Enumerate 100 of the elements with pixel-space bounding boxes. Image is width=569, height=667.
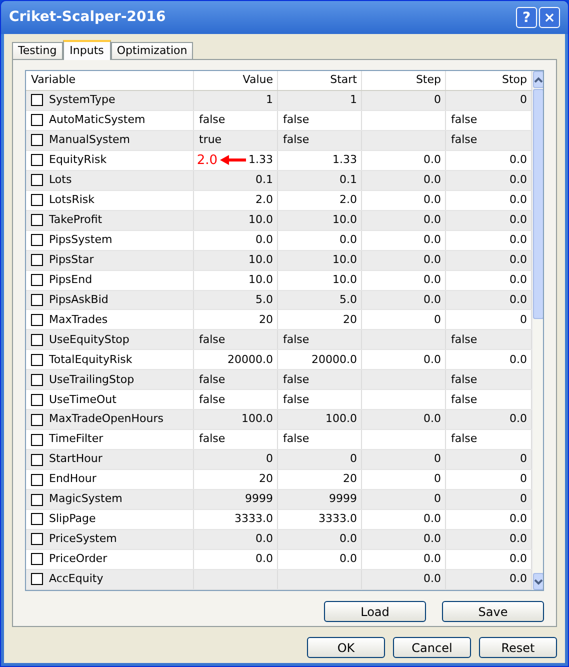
- table-cell-text: 20000.0: [228, 352, 273, 368]
- load-button[interactable]: Load: [324, 601, 426, 622]
- checkbox[interactable]: [31, 334, 43, 346]
- checkbox[interactable]: [31, 533, 43, 546]
- variable-name: MaxTradeOpenHours: [49, 411, 164, 428]
- checkbox[interactable]: [31, 474, 43, 486]
- table-cell-text: 0.1: [340, 172, 357, 188]
- table-cell-text: 0: [434, 451, 441, 468]
- tab[interactable]: Inputs: [62, 40, 111, 60]
- checkbox[interactable]: [31, 194, 43, 206]
- table-cell-text: 10.0: [248, 252, 273, 268]
- table-cell-text: false: [199, 431, 226, 448]
- table-cell-text: 1: [350, 92, 357, 108]
- cancel-button[interactable]: Cancel: [393, 637, 471, 658]
- checkbox[interactable]: [31, 94, 43, 106]
- table-cell-text: 0.0: [424, 571, 441, 588]
- table-cell-text: 0.0: [510, 172, 527, 188]
- scroll-down-icon[interactable]: [533, 573, 543, 590]
- table-cell-text: 0.0: [424, 551, 441, 568]
- checkbox[interactable]: [31, 454, 43, 466]
- table-cell-text: 20000.0: [312, 352, 357, 368]
- checkbox[interactable]: [31, 214, 43, 226]
- tab[interactable]: Optimization: [110, 42, 194, 59]
- table-cell-text: 0.0: [424, 212, 441, 228]
- table-cell-text: 10.0: [332, 212, 357, 228]
- table-cell-text: 0.0: [510, 352, 527, 368]
- variable-name: StartHour: [49, 451, 102, 468]
- table-cell-text: 0: [520, 451, 527, 468]
- table-cell-text: false: [283, 112, 310, 128]
- table-cell-text: 0: [434, 491, 441, 508]
- table-cell-text: false: [283, 372, 310, 388]
- checkbox[interactable]: [31, 114, 43, 126]
- table-cell-text: 0.0: [340, 531, 357, 548]
- checkbox[interactable]: [31, 314, 43, 326]
- table-cell-text: 0: [350, 451, 357, 468]
- table-cell-text: false: [451, 392, 478, 408]
- table-cell-text: 0.0: [424, 511, 441, 528]
- table-cell-text: 1.33: [332, 152, 357, 168]
- table-cell-text: 0.0: [510, 152, 527, 168]
- tab[interactable]: Testing: [12, 42, 63, 59]
- checkbox[interactable]: [31, 174, 43, 186]
- checkbox[interactable]: [31, 414, 43, 426]
- table-cell-text: 0: [520, 92, 527, 108]
- table-cell-text: 9999: [329, 491, 357, 508]
- variable-name: PipsEnd: [49, 272, 92, 288]
- help-button[interactable]: ?: [516, 7, 537, 28]
- arrow-icon: [220, 155, 246, 166]
- scrollbar[interactable]: [532, 71, 543, 590]
- variable-name: UseTrailingStop: [49, 372, 134, 388]
- table-cell-text: 3333.0: [318, 511, 357, 528]
- table-cell-text: 0: [266, 451, 273, 468]
- checkbox[interactable]: [31, 354, 43, 366]
- checkbox[interactable]: [31, 553, 43, 566]
- checkbox[interactable]: [31, 374, 43, 386]
- save-button[interactable]: Save: [442, 601, 544, 622]
- table-cell-text: 10.0: [332, 272, 357, 288]
- table-cell-text: 0.0: [256, 232, 273, 248]
- checkbox[interactable]: [31, 294, 43, 306]
- checkbox[interactable]: [31, 154, 43, 166]
- table-cell-text: false: [283, 431, 310, 448]
- window-title: Criket-Scalper-2016: [9, 8, 166, 27]
- variable-name: SystemType: [49, 92, 116, 108]
- table-cell-text: 0.0: [510, 511, 527, 528]
- table-cell-text: false: [199, 112, 226, 128]
- table-cell-text: 0.0: [256, 551, 273, 568]
- variable-name: EquityRisk: [49, 152, 107, 168]
- checkbox[interactable]: [31, 394, 43, 406]
- table-cell-text: 0.0: [510, 551, 527, 568]
- checkbox[interactable]: [31, 254, 43, 266]
- ok-button[interactable]: OK: [307, 637, 385, 658]
- table-cell-text: true: [199, 132, 222, 148]
- table-cell-text: 0.0: [424, 152, 441, 168]
- table-cell-text: 10.0: [248, 272, 273, 288]
- table-cell-text: 20: [343, 312, 357, 328]
- checkbox[interactable]: [31, 434, 43, 446]
- scroll-thumb[interactable]: [533, 89, 543, 319]
- table-cell-text: 5.0: [256, 292, 273, 308]
- table-cell-text: 0: [520, 312, 527, 328]
- table-cell-text: 9999: [245, 491, 273, 508]
- table-cell-text: 20: [343, 471, 357, 488]
- table-cell-text: 5.0: [340, 292, 357, 308]
- table-cell-text: 0.0: [510, 232, 527, 248]
- table-cell-text: false: [451, 431, 478, 448]
- scroll-up-icon[interactable]: [533, 71, 543, 88]
- table-cell-text: false: [199, 392, 226, 408]
- checkbox[interactable]: [31, 234, 43, 246]
- reset-button[interactable]: Reset: [479, 637, 557, 658]
- table-cell-text: 0: [434, 312, 441, 328]
- checkbox[interactable]: [31, 513, 43, 526]
- table-cell-text: 100.0: [242, 411, 273, 428]
- checkbox[interactable]: [31, 494, 43, 506]
- table-cell-text: false: [283, 332, 310, 348]
- checkbox[interactable]: [31, 134, 43, 146]
- table-cell-text: 0.0: [424, 232, 441, 248]
- table-cell-text: 0.0: [424, 172, 441, 188]
- table-cell-text: 2.0: [256, 192, 273, 208]
- close-button[interactable]: ×: [539, 7, 560, 28]
- checkbox[interactable]: [31, 573, 43, 586]
- checkbox[interactable]: [31, 274, 43, 286]
- table-cell-text: false: [283, 392, 310, 408]
